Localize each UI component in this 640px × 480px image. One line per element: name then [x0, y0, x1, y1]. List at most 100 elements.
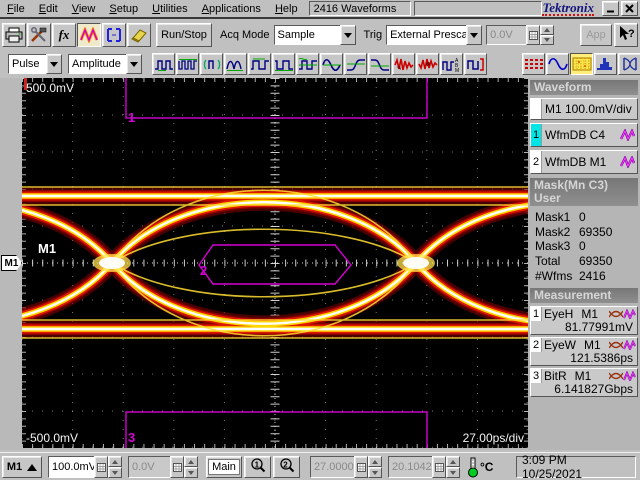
- duty-cycle-icon: [298, 57, 318, 72]
- neg-width-icon: [178, 57, 198, 72]
- amplitude-button[interactable]: [320, 53, 343, 75]
- spin-up-button[interactable]: [446, 456, 460, 467]
- gated-measure-button[interactable]: [200, 53, 223, 75]
- keypad-icon: [97, 463, 106, 472]
- run-stop-button[interactable]: Run/Stop: [156, 23, 212, 47]
- menu-file[interactable]: File: [0, 1, 32, 17]
- pattern-button[interactable]: ABM: [440, 53, 463, 75]
- context-help-button[interactable]: ?: [614, 23, 638, 47]
- spin-up-button[interactable]: [184, 456, 198, 467]
- math-button[interactable]: fx: [52, 23, 76, 47]
- menu-applications[interactable]: Applications: [195, 1, 268, 17]
- nrz-gate-button[interactable]: [464, 53, 487, 75]
- duty-cycle-button[interactable]: [296, 53, 319, 75]
- acq-mode-select[interactable]: Sample: [274, 25, 356, 45]
- scale-value[interactable]: 100.0mV/div: [48, 456, 94, 478]
- fall-time-button[interactable]: [368, 53, 391, 75]
- wfmdb-trace-icon: [623, 371, 636, 381]
- keypad-button[interactable]: [94, 456, 108, 478]
- vertical-scale-top-label: 500.0mV: [26, 81, 74, 95]
- tektronix-logo: Tektronix: [542, 1, 594, 16]
- svg-text:?: ?: [628, 28, 635, 40]
- trig-source-select[interactable]: External Prescaler: [386, 25, 482, 45]
- histogram-button[interactable]: [594, 53, 617, 75]
- thermometer-icon: [466, 456, 480, 478]
- spin-down-button[interactable]: [108, 467, 122, 478]
- mask-stat-row: Mask30: [530, 239, 638, 254]
- waveform-display-button[interactable]: [77, 23, 101, 47]
- graticule[interactable]: 1 2 3 M1 500.0mV -500.0mV 27.00ps/div: [22, 78, 528, 448]
- waveform-mode-button[interactable]: [546, 53, 569, 75]
- keypad-button[interactable]: [432, 456, 446, 478]
- spin-up-button[interactable]: [108, 456, 122, 467]
- menu-help[interactable]: Help: [268, 1, 305, 17]
- menu-view[interactable]: View: [65, 1, 103, 17]
- jitter-button[interactable]: [392, 53, 415, 75]
- printer-icon: [5, 27, 23, 43]
- measurement-3-button[interactable]: 3 BitR M1 6.141827Gbps: [530, 368, 638, 397]
- wfmdb-trace-icon: [623, 340, 636, 350]
- zoom1-button[interactable]: 1: [244, 456, 271, 478]
- pos-width-icon: [154, 57, 174, 72]
- eye-diagram-button[interactable]: [618, 53, 640, 75]
- wfmdb-mode-button[interactable]: [570, 53, 593, 75]
- vertical-markers-icon: [105, 27, 123, 43]
- noise-button[interactable]: [416, 53, 439, 75]
- mask-test-button[interactable]: [522, 53, 545, 75]
- fx-icon: fx: [59, 27, 70, 43]
- menu-setup[interactable]: Setup: [102, 1, 145, 17]
- clear-data-button[interactable]: [127, 23, 151, 47]
- mask-3-label: 3: [128, 430, 135, 445]
- main-toolbar: fx Run/Stop Acq Mode Sample Trig: [0, 21, 640, 49]
- menu-utilities[interactable]: Utilities: [145, 1, 194, 17]
- mask-stats: Mask10 Mask269350 Mask30 Total69350 #Wfm…: [530, 210, 638, 283]
- vertical-scale-button[interactable]: M1 100.0mV/div: [530, 98, 638, 120]
- wfmdb2-button[interactable]: 2 WfmDB M1: [530, 150, 638, 174]
- horizontal-control-bar: M1 100.0mV/div 0.0V Main: [0, 452, 640, 480]
- horizontal-scale-value: 27.0000ps: [310, 456, 354, 478]
- burst-width-button[interactable]: [224, 53, 247, 75]
- keypad-icon: [173, 463, 182, 472]
- main-view-button[interactable]: Main: [206, 456, 242, 478]
- vertical-position-spinner: 0.0V: [128, 456, 198, 478]
- close-button[interactable]: [621, 1, 638, 16]
- svg-text:2: 2: [283, 460, 288, 469]
- mask-2-label: 2: [200, 263, 207, 278]
- zoom2-button[interactable]: 2: [273, 456, 300, 478]
- period-button[interactable]: [248, 53, 271, 75]
- channel-select-button[interactable]: M1: [2, 456, 42, 478]
- frequency-button[interactable]: [272, 53, 295, 75]
- neg-width-button[interactable]: [176, 53, 199, 75]
- spin-down-button[interactable]: [368, 467, 382, 478]
- minimize-button[interactable]: [602, 1, 619, 16]
- rise-time-button[interactable]: [344, 53, 367, 75]
- spin-up-button[interactable]: [540, 25, 554, 35]
- keypad-button[interactable]: [354, 456, 368, 478]
- meas-type-select[interactable]: Amplitude: [68, 54, 142, 74]
- waveform-icon: [80, 27, 98, 43]
- setup-tools-button[interactable]: [27, 23, 51, 47]
- spin-down-button[interactable]: [540, 35, 554, 45]
- keypad-button[interactable]: [526, 25, 540, 45]
- print-button[interactable]: [2, 23, 26, 47]
- pos-width-button[interactable]: [152, 53, 175, 75]
- mask-stat-row: Mask10: [530, 210, 638, 225]
- mask-region-1: [126, 78, 427, 118]
- spin-up-button[interactable]: [368, 456, 382, 467]
- vertical-scale-spinner: 100.0mV/div: [48, 456, 122, 478]
- meas-category-select[interactable]: Pulse: [8, 54, 62, 74]
- wfmdb1-button[interactable]: 1 WfmDB C4: [530, 123, 638, 147]
- vertical-markers-button[interactable]: [102, 23, 126, 47]
- measurement-2-button[interactable]: 2 EyeW M1 121.5386ps: [530, 337, 638, 366]
- measurement-1-button[interactable]: 1 EyeH M1 81.77991mV: [530, 306, 638, 335]
- m1-trace-marker[interactable]: M1: [1, 255, 22, 271]
- app-button[interactable]: App: [580, 24, 612, 46]
- measurement-panel-title: Measurement: [530, 288, 638, 303]
- spin-down-button[interactable]: [446, 467, 460, 478]
- spin-down-button[interactable]: [184, 467, 198, 478]
- help-cursor-icon: ?: [617, 25, 635, 43]
- vertical-scale-bottom-label: -500.0mV: [26, 431, 78, 445]
- keypad-button[interactable]: [170, 456, 184, 478]
- dropdown-arrow-icon: [50, 62, 58, 67]
- menu-edit[interactable]: Edit: [32, 1, 65, 17]
